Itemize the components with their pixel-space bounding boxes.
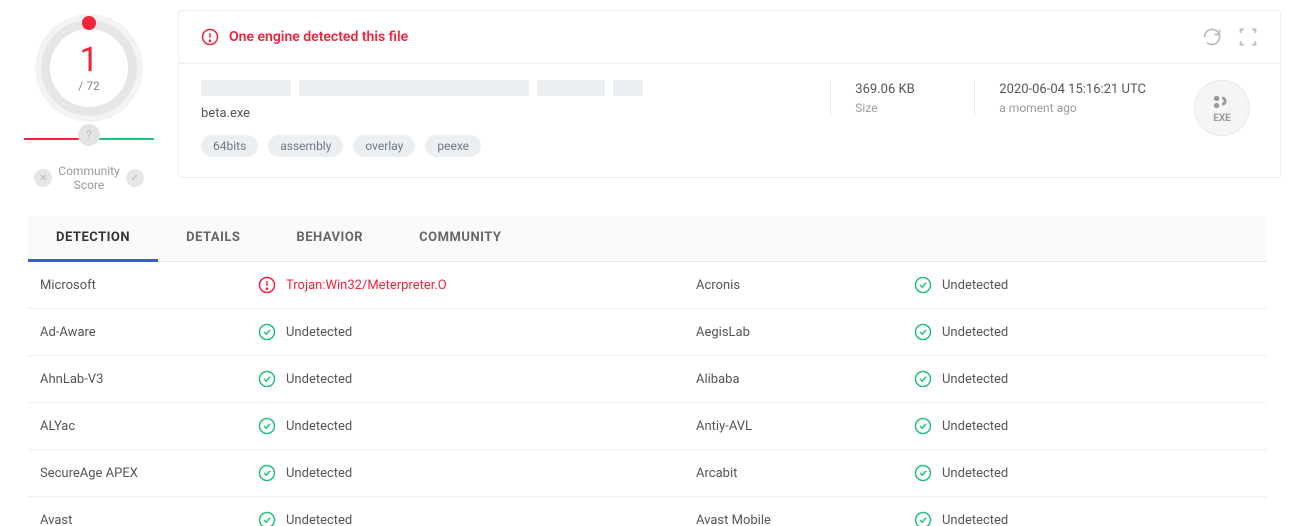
vendor-name: Microsoft — [28, 262, 246, 308]
vendor-name: ALYac — [28, 403, 246, 449]
detection-alert: One engine detected this file — [178, 10, 1281, 64]
tab-behavior[interactable]: BEHAVIOR — [268, 216, 391, 261]
community-score-label: Community — [58, 164, 119, 178]
vendor-name: Avast — [28, 497, 246, 526]
hash-placeholder — [201, 80, 806, 96]
file-size-label: Size — [855, 101, 926, 115]
file-name: beta.exe — [201, 106, 806, 121]
detection-gauge: 1 / 72 — [41, 20, 137, 116]
detection-row: Ad-AwareUndetectedAegisLabUndetected — [28, 309, 1267, 356]
file-tag[interactable]: overlay — [353, 135, 415, 157]
check-circle-icon — [914, 323, 932, 341]
check-circle-icon — [258, 511, 276, 526]
community-score-label2: Score — [58, 178, 119, 192]
check-circle-icon — [258, 417, 276, 435]
tab-detection[interactable]: DETECTION — [28, 216, 158, 262]
detection-result: Undetected — [246, 403, 684, 449]
warning-circle-icon — [258, 276, 276, 294]
file-tag[interactable]: peexe — [425, 135, 481, 157]
reanalyze-icon[interactable] — [1202, 27, 1222, 47]
puzzle-icon — [1211, 93, 1233, 111]
vendor-name: Antiy-AVL — [684, 403, 902, 449]
vendor-name: AegisLab — [684, 309, 902, 355]
vendor-name: Avast Mobile — [684, 497, 902, 526]
detection-row: SecureAge APEXUndetectedArcabitUndetecte… — [28, 450, 1267, 497]
vendor-name: SecureAge APEX — [28, 450, 246, 496]
vendor-name: Acronis — [684, 262, 902, 308]
check-circle-icon — [258, 323, 276, 341]
scan-icon[interactable] — [1238, 27, 1258, 47]
detection-result: Undetected — [902, 450, 1295, 496]
tab-community[interactable]: COMMUNITY — [391, 216, 529, 261]
check-circle-icon — [914, 464, 932, 482]
check-icon[interactable]: ✓ — [126, 169, 144, 187]
detection-result: Undetected — [246, 309, 684, 355]
detection-row: ALYacUndetectedAntiy-AVLUndetected — [28, 403, 1267, 450]
detection-row: AvastUndetectedAvast MobileUndetected — [28, 497, 1267, 526]
file-type-badge: EXE — [1194, 80, 1250, 136]
file-timestamp-rel: a moment ago — [999, 101, 1146, 115]
alert-text: One engine detected this file — [229, 29, 408, 45]
detection-count: 1 — [79, 43, 98, 77]
detection-row: AhnLab-V3UndetectedAlibabaUndetected — [28, 356, 1267, 403]
check-circle-icon — [914, 417, 932, 435]
file-info: beta.exe 64bits assembly overlay peexe 369.… — [178, 64, 1281, 178]
detection-result: Undetected — [246, 356, 684, 402]
detection-result: Undetected — [902, 356, 1295, 402]
file-tag[interactable]: assembly — [268, 135, 343, 157]
file-timestamp: 2020-06-04 15:16:21 UTC — [999, 82, 1146, 97]
warning-icon — [201, 28, 219, 46]
check-circle-icon — [258, 370, 276, 388]
close-icon[interactable]: ✕ — [34, 169, 52, 187]
check-circle-icon — [258, 464, 276, 482]
detection-result: Undetected — [902, 497, 1295, 526]
detection-result: Undetected — [246, 450, 684, 496]
vendor-name: Alibaba — [684, 356, 902, 402]
file-size: 369.06 KB — [855, 82, 926, 97]
tab-bar: DETECTIONDETAILSBEHAVIORCOMMUNITY — [28, 216, 1267, 262]
detection-result: Undetected — [902, 262, 1295, 308]
check-circle-icon — [914, 276, 932, 294]
file-tags: 64bits assembly overlay peexe — [201, 135, 806, 157]
tab-details[interactable]: DETAILS — [158, 216, 268, 261]
detection-result: Undetected — [902, 403, 1295, 449]
file-date-block: 2020-06-04 15:16:21 UTC a moment ago — [974, 80, 1170, 117]
file-type-text: EXE — [1213, 113, 1231, 124]
file-tag[interactable]: 64bits — [201, 135, 258, 157]
detection-result: Trojan:Win32/Meterpreter.O — [246, 262, 684, 308]
check-circle-icon — [914, 511, 932, 526]
detection-row: MicrosoftTrojan:Win32/Meterpreter.OAcron… — [28, 262, 1267, 309]
vendor-name: AhnLab-V3 — [28, 356, 246, 402]
gauge-marker-icon — [82, 16, 96, 30]
detection-result: Undetected — [246, 497, 684, 526]
community-pin-icon: ? — [78, 124, 100, 146]
check-circle-icon — [914, 370, 932, 388]
vendor-name: Ad-Aware — [28, 309, 246, 355]
vendor-name: Arcabit — [684, 450, 902, 496]
detection-total: / 72 — [78, 79, 99, 93]
detection-result: Undetected — [902, 309, 1295, 355]
file-size-block: 369.06 KB Size — [830, 80, 950, 117]
